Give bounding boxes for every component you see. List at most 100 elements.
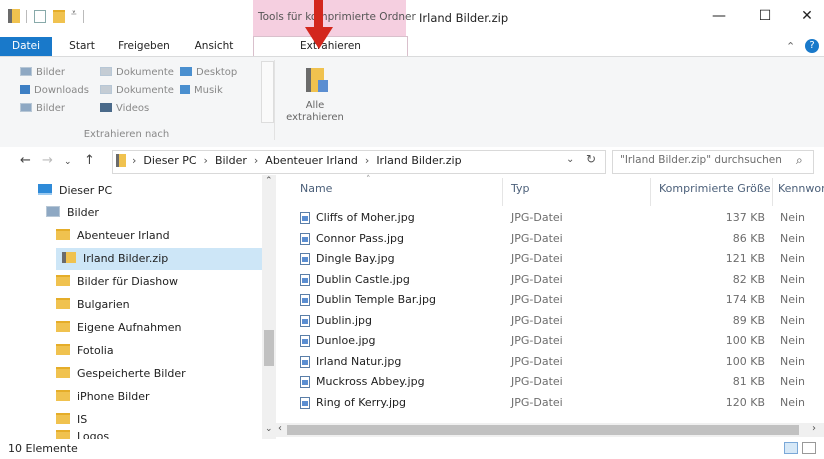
tree-item-dieser-pc[interactable]: Dieser PC <box>38 180 112 202</box>
tab-datei[interactable]: Datei <box>0 37 52 56</box>
file-row[interactable]: Dingle Bay.jpg JPG-Datei 121 KB Nein <box>280 249 824 269</box>
file-name: Dublin.jpg <box>316 313 373 327</box>
item-count: 10 Elemente <box>8 442 78 455</box>
tree-item-gespeicherte-bilder[interactable]: Gespeicherte Bilder <box>56 363 186 385</box>
file-row[interactable]: Dublin Castle.jpg JPG-Datei 82 KB Nein <box>280 270 824 290</box>
computer-icon <box>38 184 52 195</box>
zip-folder-icon <box>8 9 20 23</box>
new-folder-icon[interactable] <box>53 10 65 23</box>
forward-icon[interactable]: → <box>42 153 53 168</box>
arrow-shaft <box>314 0 323 28</box>
crumb-dieser-pc[interactable]: Dieser PC <box>143 154 196 167</box>
destination-dokumente[interactable]: Dokumente <box>100 66 174 80</box>
tab-freigeben[interactable]: Freigeben <box>110 37 178 56</box>
scroll-right-icon[interactable]: › <box>812 423 816 434</box>
destination-desktop[interactable]: Desktop <box>180 66 237 80</box>
tree-item-bilder[interactable]: Bilder <box>46 202 99 224</box>
column-header-name[interactable]: Name <box>300 182 332 195</box>
file-size: 137 KB <box>725 211 765 224</box>
scroll-down-icon[interactable]: ⌄ <box>265 424 273 434</box>
file-size: 100 KB <box>725 334 765 347</box>
folder-icon <box>56 390 70 401</box>
file-row[interactable]: Ring of Kerry.jpg JPG-Datei 120 KB Nein <box>280 393 824 413</box>
file-size: 89 KB <box>732 313 765 327</box>
file-type: JPG-Datei <box>511 231 563 245</box>
file-row[interactable]: Cliffs of Moher.jpg JPG-Datei 137 KB Nein <box>280 208 824 228</box>
breadcrumb: › Dieser PC › Bilder › Abenteuer Irland … <box>132 154 462 167</box>
videos-icon <box>100 103 112 112</box>
file-password: Nein <box>780 272 806 286</box>
download-arrow-icon <box>20 85 30 94</box>
tree-item-bulgarien[interactable]: Bulgarien <box>56 294 130 316</box>
jpg-file-icon <box>300 355 310 368</box>
file-password: Nein <box>780 313 806 327</box>
tree-item-fotolia[interactable]: Fotolia <box>56 340 114 362</box>
large-icons-view-icon[interactable] <box>802 442 816 454</box>
column-header-password[interactable]: Kennwort <box>778 182 824 195</box>
help-icon[interactable]: ? <box>805 39 819 53</box>
file-row[interactable]: Dunloe.jpg JPG-Datei 100 KB Nein <box>280 331 824 351</box>
jpg-file-icon <box>300 232 310 245</box>
minimize-button[interactable]: — <box>696 0 742 32</box>
column-header-type[interactable]: Typ <box>511 182 530 195</box>
crumb-abenteuer-irland[interactable]: Abenteuer Irland <box>265 154 358 167</box>
quick-access-dropdown-icon[interactable]: ⩡ <box>71 8 77 19</box>
close-button[interactable]: ✕ <box>784 0 824 32</box>
file-password: Nein <box>780 293 806 306</box>
file-row[interactable]: Connor Pass.jpg JPG-Datei 86 KB Nein <box>280 229 824 249</box>
details-view-icon[interactable] <box>784 442 798 454</box>
file-row[interactable]: Dublin Temple Bar.jpg JPG-Datei 174 KB Nein <box>280 290 824 310</box>
back-icon[interactable]: ← <box>20 153 31 168</box>
maximize-button[interactable]: ☐ <box>742 0 788 32</box>
file-name: Ring of Kerry.jpg <box>316 395 406 409</box>
file-row[interactable]: Dublin.jpg JPG-Datei 89 KB Nein <box>280 311 824 331</box>
collapse-ribbon-icon[interactable]: ⌃ <box>786 40 795 53</box>
tree-item-irland-bilder-zip[interactable]: Irland Bilder.zip <box>62 248 168 270</box>
file-type: JPG-Datei <box>511 354 563 368</box>
jpg-file-icon <box>300 376 310 388</box>
horizontal-scrollbar-thumb[interactable] <box>287 425 799 435</box>
tab-ansicht[interactable]: Ansicht <box>184 37 244 56</box>
destination-downloads[interactable]: Downloads <box>20 84 89 98</box>
tree-item-logos[interactable]: Logos <box>56 427 109 439</box>
up-icon[interactable]: ↑ <box>84 153 95 168</box>
file-size: 121 KB <box>725 252 765 265</box>
destination-dokumente-2[interactable]: Dokumente <box>100 84 174 98</box>
column-header-compressed-size[interactable]: Komprimierte Größe <box>659 182 771 195</box>
refresh-icon[interactable]: ↻ <box>586 152 596 166</box>
file-name: Connor Pass.jpg <box>316 231 404 245</box>
recent-dropdown-icon[interactable]: ⌄ <box>64 157 72 167</box>
destination-musik[interactable]: Musik <box>180 84 223 98</box>
tree-item-iphone-bilder[interactable]: iPhone Bilder <box>56 386 150 408</box>
destination-bilder-2[interactable]: Bilder <box>20 102 65 116</box>
file-password: Nein <box>780 334 806 347</box>
folder-icon <box>56 430 70 439</box>
properties-icon[interactable] <box>34 10 46 23</box>
file-row[interactable]: Muckross Abbey.jpg JPG-Datei 81 KB Nein <box>280 372 824 392</box>
jpg-file-icon <box>300 335 310 347</box>
file-name: Dingle Bay.jpg <box>316 252 395 265</box>
tree-item-abenteuer-irland[interactable]: Abenteuer Irland <box>56 225 170 247</box>
tab-start[interactable]: Start <box>60 37 104 56</box>
desktop-icon <box>180 67 192 76</box>
crumb-irland-bilder-zip[interactable]: Irland Bilder.zip <box>376 154 461 167</box>
file-size: 174 KB <box>725 293 765 306</box>
gallery-scroll[interactable] <box>261 61 274 123</box>
file-password: Nein <box>780 354 806 368</box>
nav-scrollbar-thumb[interactable] <box>264 330 274 366</box>
tree-item-eigene-aufnahmen[interactable]: Eigene Aufnahmen <box>56 317 182 339</box>
destination-bilder[interactable]: Bilder <box>20 66 65 80</box>
address-dropdown-icon[interactable]: ⌄ <box>566 154 574 165</box>
folder-icon <box>56 344 70 355</box>
file-row[interactable]: Irland Natur.jpg JPG-Datei 100 KB Nein <box>280 352 824 372</box>
file-password: Nein <box>780 211 806 224</box>
scroll-left-icon[interactable]: ‹ <box>278 423 282 434</box>
tree-item-bilder-fuer-diashow[interactable]: Bilder für Diashow <box>56 271 178 293</box>
search-icon[interactable]: ⌕ <box>796 153 803 168</box>
destination-videos[interactable]: Videos <box>100 102 149 116</box>
scroll-up-icon[interactable]: ⌃ <box>265 176 273 186</box>
nav-scrollbar[interactable] <box>262 175 276 439</box>
crumb-bilder[interactable]: Bilder <box>215 154 247 167</box>
divider <box>650 178 651 206</box>
window-title: Irland Bilder.zip <box>419 11 509 25</box>
